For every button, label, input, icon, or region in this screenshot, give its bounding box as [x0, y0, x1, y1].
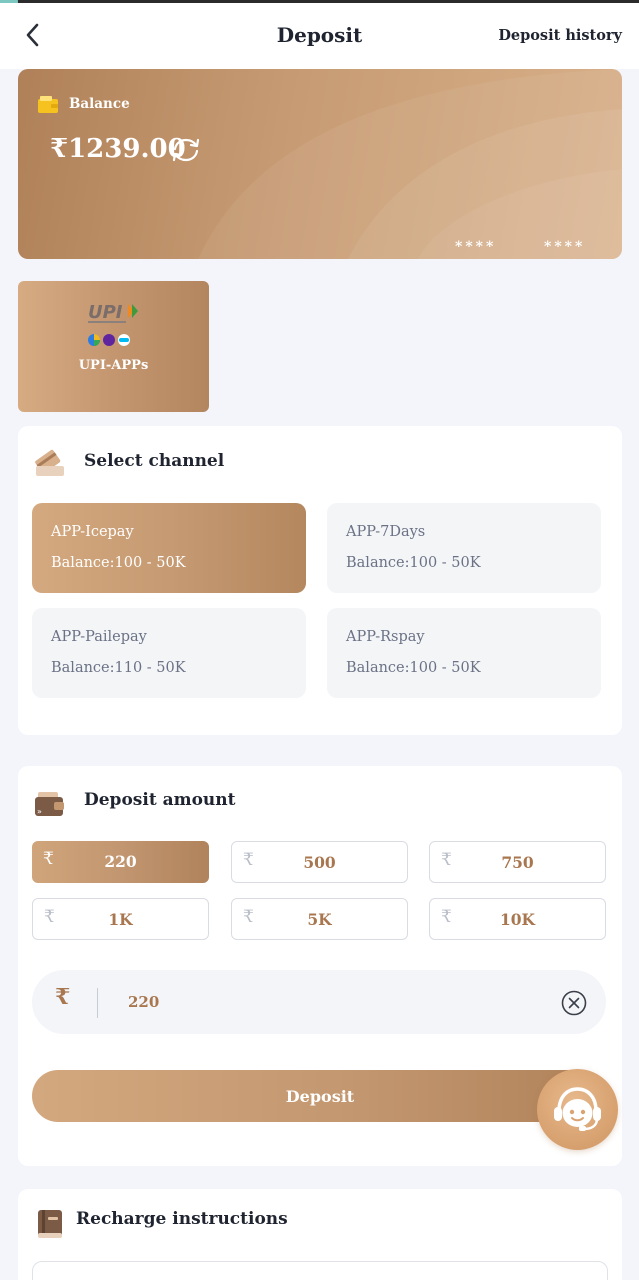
channel-option-7days[interactable]: APP-7Days Balance:100 - 50K	[327, 503, 601, 593]
channel-name: APP-Rspay	[346, 629, 425, 645]
svg-text:»: »	[37, 807, 42, 816]
channel-option-rspay[interactable]: APP-Rspay Balance:100 - 50K	[327, 608, 601, 698]
channel-name: APP-Icepay	[51, 524, 134, 540]
amount-preset-220[interactable]: ₹ 220	[32, 841, 209, 883]
amount-preset-5k[interactable]: ₹ 5K	[231, 898, 408, 940]
upi-logo: UPI	[88, 301, 140, 327]
deposit-button[interactable]: Deposit	[32, 1070, 608, 1122]
wallet-icon	[38, 96, 58, 113]
rupee-icon: ₹	[55, 984, 70, 1010]
select-channel-title: Select channel	[84, 451, 224, 471]
deposit-amount-title: Deposit amount	[84, 790, 236, 810]
amount-input[interactable]	[128, 986, 528, 1018]
svg-text:UPI: UPI	[88, 302, 123, 323]
customer-support-button[interactable]	[537, 1069, 618, 1150]
amount-preset-10k[interactable]: ₹ 10K	[429, 898, 606, 940]
amount-input-field: ₹	[32, 970, 606, 1034]
book-icon	[36, 1208, 64, 1240]
card-icon	[34, 448, 66, 478]
preset-value: 10K	[430, 910, 605, 929]
purse-icon: »	[34, 788, 66, 818]
recharge-instructions-title: Recharge instructions	[76, 1209, 288, 1229]
top-bar: Deposit Deposit history	[0, 3, 639, 69]
input-divider	[97, 988, 98, 1018]
deposit-history-link[interactable]: Deposit history	[498, 27, 622, 44]
masked-card-number-right: ****	[544, 239, 585, 255]
recharge-instructions-panel: Recharge instructions	[18, 1189, 622, 1280]
balance-amount: ₹1239.00	[50, 134, 186, 164]
balance-label: Balance	[69, 96, 130, 112]
preset-value: 1K	[33, 910, 208, 929]
support-agent-icon	[549, 1081, 606, 1138]
instructions-content-box	[32, 1261, 608, 1280]
preset-value: 220	[32, 852, 209, 871]
balance-card: Balance ₹1239.00 **** ****	[18, 69, 622, 259]
preset-value: 500	[232, 853, 407, 872]
amount-preset-1k[interactable]: ₹ 1K	[32, 898, 209, 940]
channel-range: Balance:100 - 50K	[346, 555, 481, 571]
upi-app-icons	[87, 333, 141, 347]
channel-range: Balance:100 - 50K	[51, 555, 186, 571]
preset-value: 5K	[232, 910, 407, 929]
select-channel-panel: Select channel APP-Icepay Balance:100 - …	[18, 426, 622, 735]
channel-name: APP-7Days	[346, 524, 425, 540]
deposit-amount-panel: » Deposit amount ₹ 220 ₹ 500 ₹ 750 ₹ 1K …	[18, 766, 622, 1166]
refresh-icon[interactable]	[170, 137, 202, 163]
clear-icon[interactable]	[560, 989, 588, 1017]
payment-method-upi[interactable]: UPI UPI-APPs	[18, 281, 209, 412]
preset-value: 750	[430, 853, 605, 872]
channel-option-icepay[interactable]: APP-Icepay Balance:100 - 50K	[32, 503, 306, 593]
channel-option-pailepay[interactable]: APP-Pailepay Balance:110 - 50K	[32, 608, 306, 698]
payment-method-label: UPI-APPs	[18, 358, 209, 373]
amount-preset-750[interactable]: ₹ 750	[429, 841, 606, 883]
channel-range: Balance:110 - 50K	[51, 660, 186, 676]
channel-range: Balance:100 - 50K	[346, 660, 481, 676]
channel-name: APP-Pailepay	[51, 629, 147, 645]
amount-preset-500[interactable]: ₹ 500	[231, 841, 408, 883]
masked-card-number-left: ****	[455, 239, 496, 255]
